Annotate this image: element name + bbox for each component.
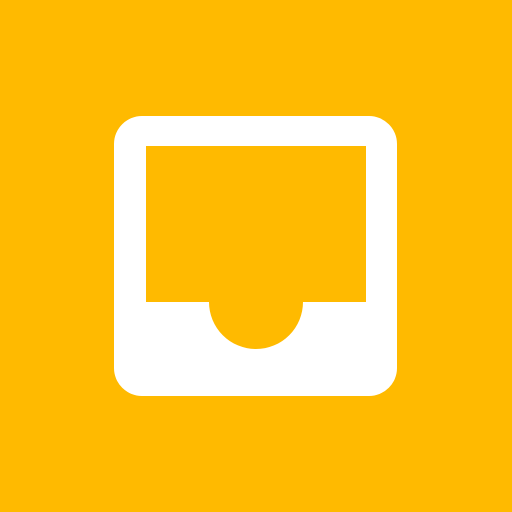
inbox-icon — [114, 116, 397, 396]
inbox-tray-shape — [114, 116, 397, 396]
app-icon-tile[interactable] — [0, 0, 512, 512]
